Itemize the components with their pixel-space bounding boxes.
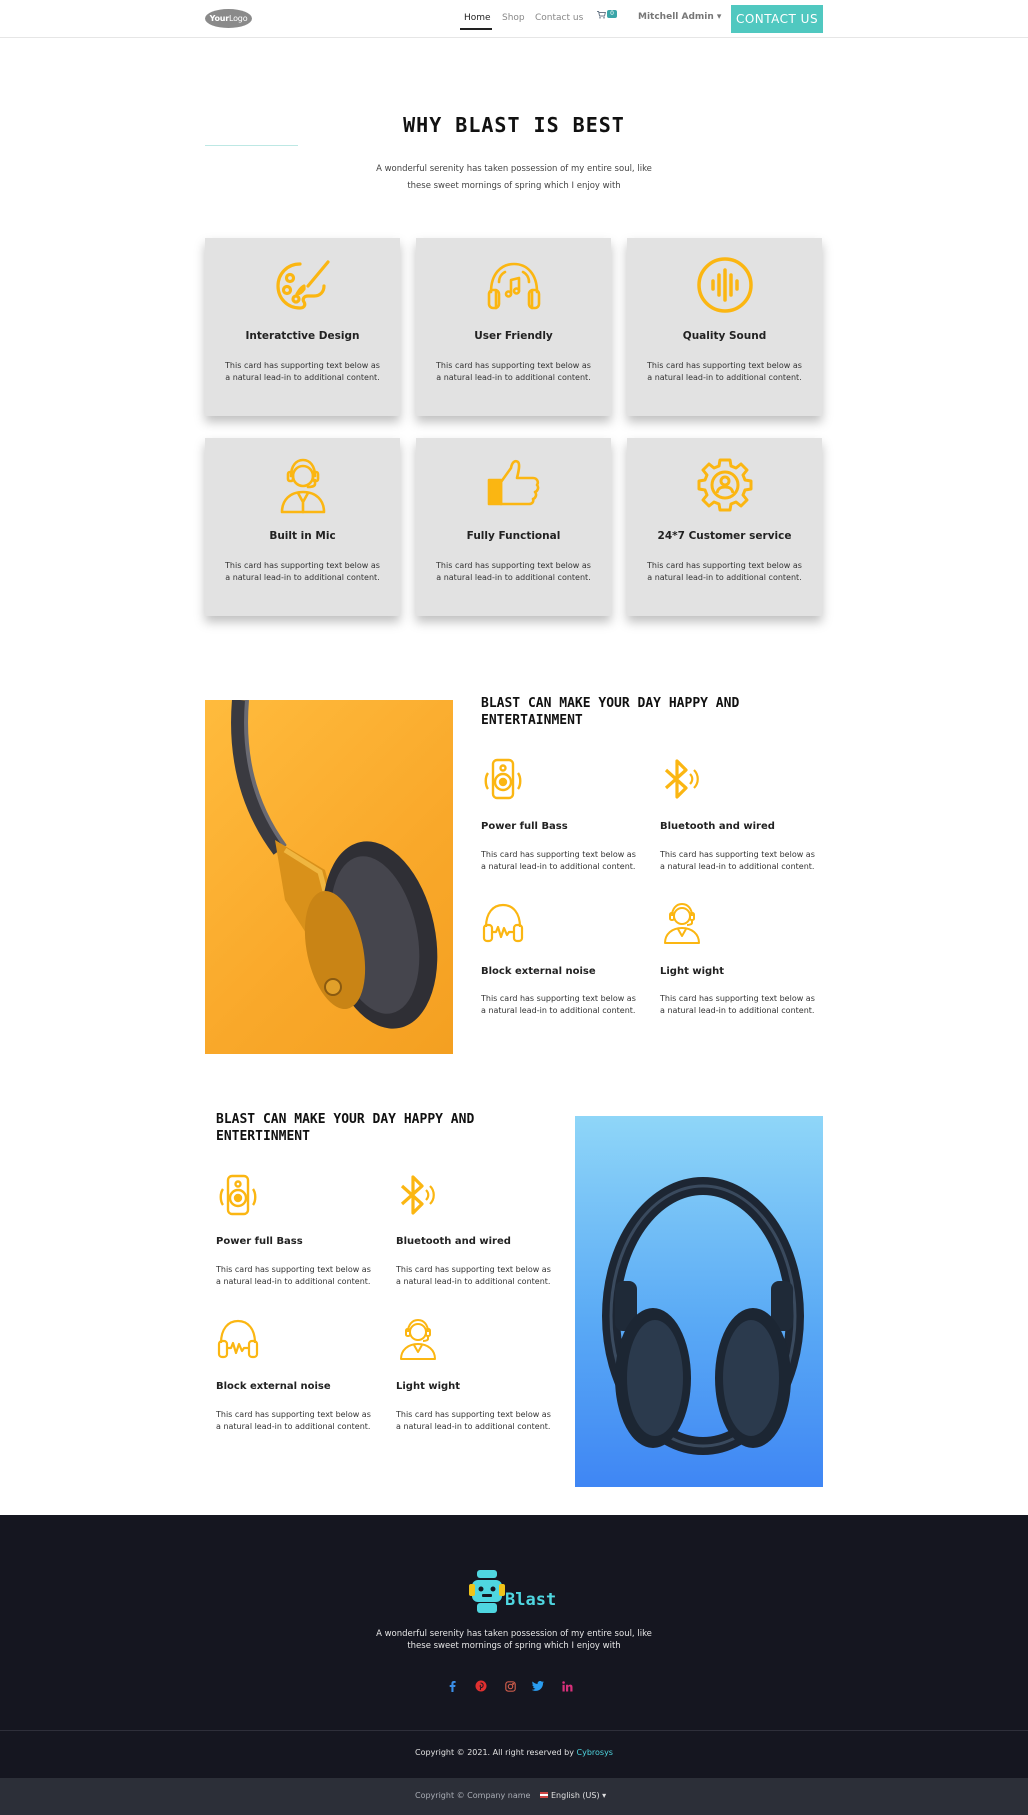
gear-support-icon [627, 456, 822, 514]
facebook-icon[interactable] [445, 1679, 459, 1693]
card-title: User Friendly [474, 330, 553, 342]
feature-title: Block external noise [481, 966, 596, 977]
nav-shop[interactable]: Shop [502, 13, 525, 23]
cart-icon[interactable] [597, 11, 607, 22]
footer-brand: Blast [505, 1590, 557, 1610]
headphones-music-icon [416, 256, 611, 314]
feature-card: Built in Mic This card has supporting te… [205, 438, 400, 616]
feature-title: Light wight [660, 966, 725, 977]
footer-divider [0, 1730, 1028, 1731]
headset-person-icon [396, 1317, 440, 1361]
language-label: English (US) [551, 1791, 600, 1800]
card-text: This card has supporting text below as a… [436, 361, 591, 382]
headset-person-icon [205, 456, 400, 514]
feature-card: Fully Functional This card has supportin… [416, 438, 611, 616]
nav-contact[interactable]: Contact us [535, 13, 583, 23]
pinterest-icon[interactable] [474, 1679, 488, 1693]
noise-cancel-icon [216, 1317, 260, 1361]
sound-wave-icon [627, 256, 822, 314]
user-menu[interactable]: Mitchell Admin ▾ [638, 12, 721, 22]
card-title: Interatctive Design [245, 330, 360, 342]
navbar: Your Logo Home Shop Contact us 0 Mitchell… [0, 0, 1028, 38]
flag-us-icon [540, 1792, 548, 1798]
nav-active-indicator [460, 28, 492, 30]
feature-text: This card has supporting text below as a… [481, 850, 636, 871]
user-name: Mitchell Admin [638, 12, 714, 22]
headphones-orange-photo [205, 700, 453, 1054]
card-text: This card has supporting text below as a… [647, 361, 802, 382]
logo-text-bold: Your [209, 14, 230, 23]
feature-card: User Friendly This card has supporting t… [416, 238, 611, 416]
card-title: Built in Mic [269, 530, 336, 542]
copyright-text: Copyright © 2021. All right reserved by [415, 1748, 574, 1757]
bluetooth-icon [396, 1173, 440, 1217]
feature-title: Bluetooth and wired [660, 821, 775, 832]
feature-title: Light wight [396, 1381, 461, 1392]
thumbs-up-icon [416, 456, 611, 514]
cybrosys-link[interactable]: Cybrosys [577, 1748, 613, 1757]
logo-text-light: Logo [229, 14, 248, 23]
card-text: This card has supporting text below as a… [436, 561, 591, 582]
language-selector[interactable]: English (US) ▾ [540, 1791, 606, 1800]
card-text: This card has supporting text below as a… [225, 361, 380, 382]
card-title: Fully Functional [466, 530, 561, 542]
feature-text: This card has supporting text below as a… [216, 1265, 371, 1286]
feature-text: This card has supporting text below as a… [396, 1265, 551, 1286]
why-title: WHY BLAST IS BEST [403, 113, 625, 137]
cart-count-badge: 0 [607, 10, 617, 18]
headset-person-icon [660, 901, 704, 945]
feature-title: Power full Bass [481, 821, 568, 832]
feature-text: This card has supporting text below as a… [216, 1410, 371, 1431]
linkedin-icon[interactable] [560, 1679, 574, 1693]
nav-home[interactable]: Home [464, 13, 491, 23]
feature-title: Bluetooth and wired [396, 1236, 511, 1247]
chevron-down-icon: ▾ [602, 1791, 607, 1800]
feature-title: Power full Bass [216, 1236, 303, 1247]
company-copyright: Copyright © Company name [415, 1791, 531, 1800]
copyright: Copyright © 2021. All right reserved by … [0, 1748, 1028, 1757]
footer-text: A wonderful serenity has taken possessio… [376, 1629, 652, 1651]
twitter-icon[interactable] [531, 1679, 545, 1693]
feature-card: 24*7 Customer service This card has supp… [627, 438, 822, 616]
feature-text: This card has supporting text below as a… [660, 994, 815, 1015]
feature-title: Block external noise [216, 1381, 331, 1392]
divider [205, 145, 298, 146]
headphones-blue-photo [575, 1116, 823, 1487]
section-title: BLAST CAN MAKE YOUR DAY HAPPY AND ENTERT… [216, 1112, 475, 1144]
card-text: This card has supporting text below as a… [225, 561, 380, 582]
card-title: Quality Sound [682, 330, 767, 342]
feature-text: This card has supporting text below as a… [396, 1410, 551, 1431]
bluetooth-icon [660, 757, 704, 801]
feature-text: This card has supporting text below as a… [660, 850, 815, 871]
section-title: BLAST CAN MAKE YOUR DAY HAPPY AND ENTERT… [481, 696, 740, 728]
feature-card: Interatctive Design This card has suppor… [205, 238, 400, 416]
chevron-down-icon: ▾ [716, 12, 722, 22]
card-title: 24*7 Customer service [657, 530, 792, 542]
noise-cancel-icon [481, 901, 525, 945]
instagram-icon[interactable] [503, 1679, 517, 1693]
feature-card: Quality Sound This card has supporting t… [627, 238, 822, 416]
site-logo[interactable]: Your Logo [205, 9, 252, 28]
palette-icon [205, 256, 400, 314]
card-text: This card has supporting text below as a… [647, 561, 802, 582]
why-subtitle: A wonderful serenity has taken possessio… [376, 164, 652, 191]
contact-us-button[interactable]: CONTACT US [731, 5, 823, 33]
speaker-icon [481, 757, 525, 801]
speaker-icon [216, 1173, 260, 1217]
feature-text: This card has supporting text below as a… [481, 994, 636, 1015]
